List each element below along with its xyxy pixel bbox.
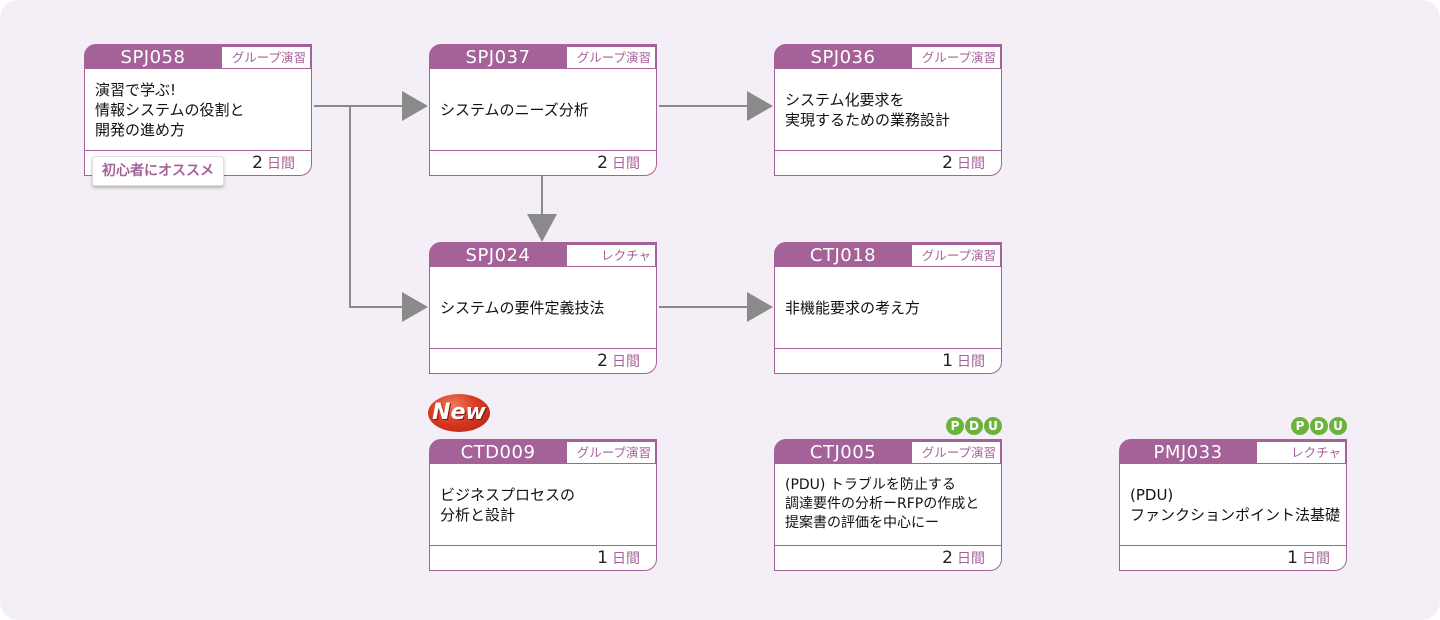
- card-body: システムの要件定義技法: [429, 267, 657, 349]
- new-badge: New: [428, 394, 490, 432]
- course-code: CTJ005: [809, 442, 877, 463]
- course-days: 1: [597, 548, 608, 568]
- days-unit: 日間: [957, 551, 985, 567]
- course-code: SPJ036: [810, 47, 876, 68]
- days-unit: 日間: [957, 354, 985, 370]
- course-type: グループ演習: [567, 47, 655, 68]
- course-type: レクチャ: [567, 245, 655, 266]
- arrowhead-ctj018: [747, 292, 773, 322]
- card-body: (PDU) ファンクションポイント法基礎: [1119, 464, 1347, 546]
- course-type: レクチャ: [1257, 442, 1345, 463]
- days-unit: 日間: [957, 156, 985, 172]
- course-card-pmj033[interactable]: PMJ033 レクチャ (PDU) ファンクションポイント法基礎 1 日間: [1119, 439, 1347, 571]
- course-title: 演習で学ぶ! 情報システムの役割と 開発の進め方: [95, 80, 245, 139]
- connector-spj058-spj024: [349, 106, 406, 308]
- pdu-letter: U: [984, 417, 1002, 435]
- pdu-letter: P: [946, 417, 964, 435]
- course-type: グループ演習: [912, 245, 1000, 266]
- course-type: グループ演習: [912, 47, 1000, 68]
- course-code: CTJ018: [809, 245, 877, 266]
- card-footer: 2 日間: [429, 348, 657, 374]
- card-footer: 2 日間: [774, 150, 1002, 176]
- course-code: SPJ037: [465, 47, 531, 68]
- card-header: SPJ036 グループ演習: [774, 44, 1002, 70]
- course-days: 2: [942, 153, 953, 173]
- card-body: 演習で学ぶ! 情報システムの役割と 開発の進め方: [84, 69, 312, 151]
- beginner-recommended-badge: 初心者にオススメ: [92, 156, 224, 186]
- days-unit: 日間: [267, 156, 295, 172]
- arrowhead-spj037: [402, 91, 428, 121]
- course-title: システム化要求を 実現するための業務設計: [785, 90, 951, 129]
- pdu-letter: P: [1291, 417, 1309, 435]
- card-footer: 2 日間: [774, 545, 1002, 571]
- course-card-spj024[interactable]: SPJ024 レクチャ システムの要件定義技法 2 日間: [429, 242, 657, 374]
- pdu-letter: D: [1310, 417, 1328, 435]
- card-header: CTD009 グループ演習: [429, 439, 657, 465]
- course-days: 2: [942, 548, 953, 568]
- course-card-ctd009[interactable]: CTD009 グループ演習 ビジネスプロセスの 分析と設計 1 日間: [429, 439, 657, 571]
- card-footer: 1 日間: [429, 545, 657, 571]
- course-card-spj037[interactable]: SPJ037 グループ演習 システムのニーズ分析 2 日間: [429, 44, 657, 176]
- arrowhead-spj036: [747, 91, 773, 121]
- days-unit: 日間: [1302, 551, 1330, 567]
- card-body: システム化要求を 実現するための業務設計: [774, 69, 1002, 151]
- pdu-badge: PDU: [946, 417, 1002, 435]
- card-footer: 2 日間: [429, 150, 657, 176]
- card-body: システムのニーズ分析: [429, 69, 657, 151]
- card-header: CTJ018 グループ演習: [774, 242, 1002, 268]
- course-days: 2: [252, 153, 263, 173]
- course-days: 1: [942, 351, 953, 371]
- days-unit: 日間: [612, 551, 640, 567]
- card-footer: 1 日間: [1119, 545, 1347, 571]
- card-body: 非機能要求の考え方: [774, 267, 1002, 349]
- card-body: (PDU) トラブルを防止する 調達要件の分析ーRFPの作成と 提案書の評価を中…: [774, 464, 1002, 546]
- course-card-ctj018[interactable]: CTJ018 グループ演習 非機能要求の考え方 1 日間: [774, 242, 1002, 374]
- course-code: SPJ024: [465, 245, 531, 266]
- course-title: ビジネスプロセスの 分析と設計: [440, 485, 576, 524]
- course-type: グループ演習: [912, 442, 1000, 463]
- card-body: ビジネスプロセスの 分析と設計: [429, 464, 657, 546]
- course-code: PMJ033: [1153, 442, 1223, 463]
- days-unit: 日間: [612, 354, 640, 370]
- pdu-badge: PDU: [1291, 417, 1347, 435]
- course-title: システムの要件定義技法: [440, 298, 605, 317]
- course-days: 1: [1287, 548, 1298, 568]
- card-header: PMJ033 レクチャ: [1119, 439, 1347, 465]
- course-type: グループ演習: [222, 47, 310, 68]
- pdu-letter: D: [965, 417, 983, 435]
- course-card-ctj005[interactable]: CTJ005 グループ演習 (PDU) トラブルを防止する 調達要件の分析ーRF…: [774, 439, 1002, 571]
- card-header: SPJ024 レクチャ: [429, 242, 657, 268]
- course-title: 非機能要求の考え方: [785, 298, 921, 317]
- card-header: CTJ005 グループ演習: [774, 439, 1002, 465]
- card-header: SPJ037 グループ演習: [429, 44, 657, 70]
- card-header: SPJ058 グループ演習: [84, 44, 312, 70]
- course-code: CTD009: [460, 442, 536, 463]
- course-title: (PDU) ファンクションポイント法基礎: [1130, 485, 1341, 524]
- days-unit: 日間: [612, 156, 640, 172]
- pdu-letter: U: [1329, 417, 1347, 435]
- course-card-spj036[interactable]: SPJ036 グループ演習 システム化要求を 実現するための業務設計 2 日間: [774, 44, 1002, 176]
- course-title: (PDU) トラブルを防止する 調達要件の分析ーRFPの作成と 提案書の評価を中…: [785, 477, 980, 531]
- course-days: 2: [597, 153, 608, 173]
- arrowhead-spj024-left: [402, 292, 428, 322]
- course-type: グループ演習: [567, 442, 655, 463]
- card-footer: 1 日間: [774, 348, 1002, 374]
- arrowhead-spj024-top: [527, 214, 557, 242]
- course-days: 2: [597, 351, 608, 371]
- course-title: システムのニーズ分析: [440, 100, 589, 119]
- course-code: SPJ058: [120, 47, 186, 68]
